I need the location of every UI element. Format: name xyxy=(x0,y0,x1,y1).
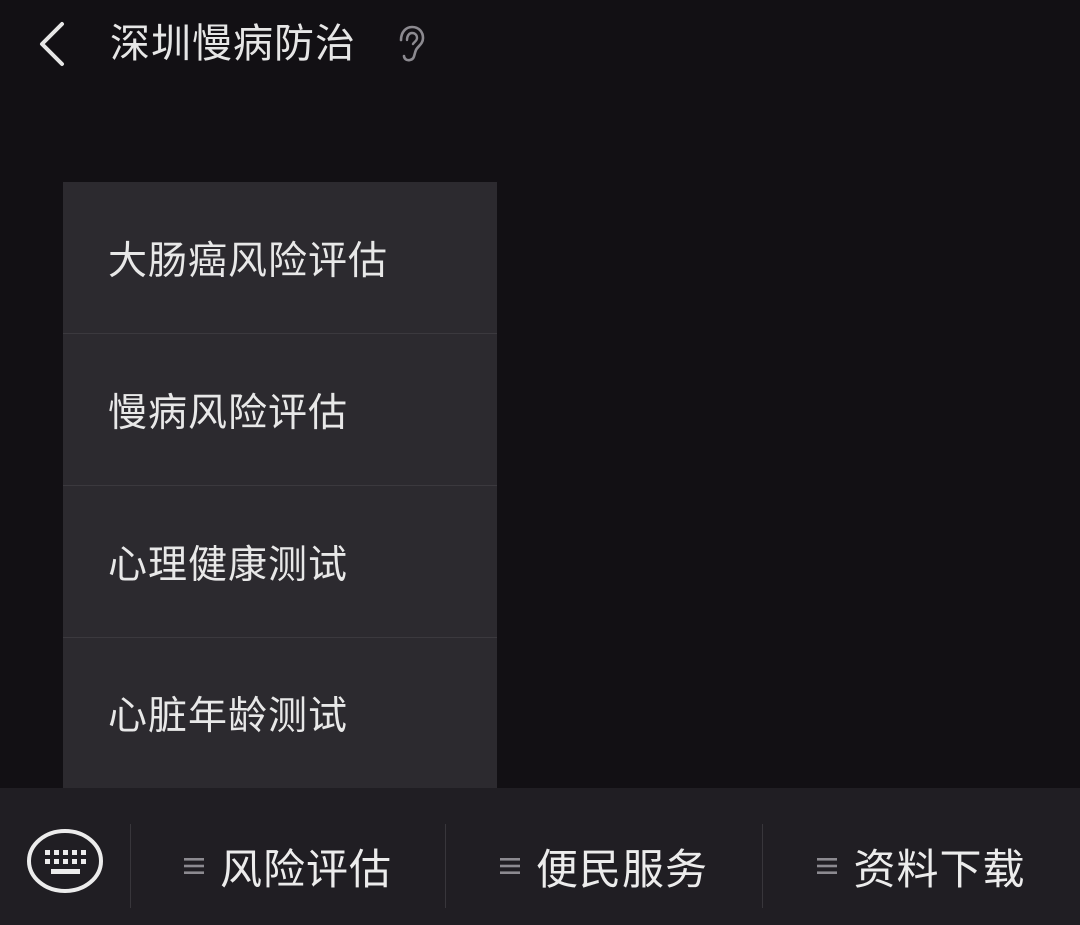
ear-icon xyxy=(399,25,425,62)
list-icon xyxy=(183,858,204,874)
bottom-menu-label: 便民服务 xyxy=(535,844,708,894)
bottom-menu-bar: 风险评估 便民服务 资料下载 xyxy=(0,788,1080,925)
list-icon xyxy=(499,858,520,874)
menu-item-mental-health-test[interactable]: 心理健康测试 xyxy=(63,486,497,637)
ear-mode-button[interactable] xyxy=(394,24,428,64)
menu-item-heart-age-test[interactable]: 心脏年龄测试 xyxy=(63,638,497,788)
bottom-menu-label: 资料下载 xyxy=(853,844,1026,894)
page-title: 深圳慢病防治 xyxy=(110,21,356,67)
back-button[interactable] xyxy=(28,16,80,72)
title-bar: 深圳慢病防治 xyxy=(0,0,1080,90)
bottom-menu-label: 风险评估 xyxy=(219,844,392,894)
chevron-left-icon xyxy=(40,22,64,66)
menu-item-chronic-disease-risk[interactable]: 慢病风险评估 xyxy=(63,334,497,485)
menu-item-colorectal-cancer-risk[interactable]: 大肠癌风险评估 xyxy=(63,182,497,334)
popup-menu: 大肠癌风险评估 慢病风险评估 心理健康测试 心脏年龄测试 xyxy=(63,182,497,788)
keyboard-toggle-button[interactable] xyxy=(26,828,104,894)
bottom-menu-risk-assessment[interactable]: 风险评估 xyxy=(131,824,445,908)
bottom-menu-downloads[interactable]: 资料下载 xyxy=(763,824,1080,908)
keyboard-icon xyxy=(27,829,103,893)
bottom-menu-public-services[interactable]: 便民服务 xyxy=(446,824,762,908)
list-icon xyxy=(817,858,838,874)
